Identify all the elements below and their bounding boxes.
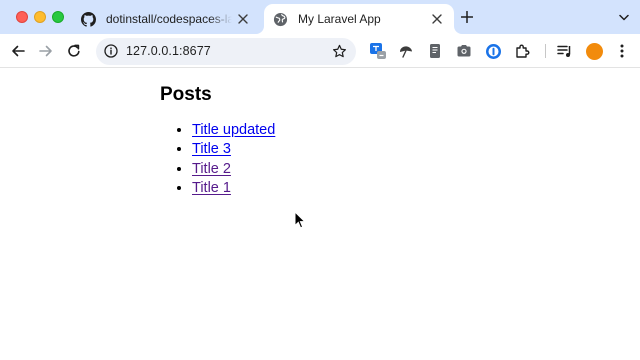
puzzle-extensions-icon[interactable] [513,42,531,60]
github-icon [80,11,96,27]
tab-title: dotinstall/codespaces-laravel [106,12,232,26]
profile-avatar[interactable] [586,43,603,60]
browser-toolbar: 127.0.0.1:8677 [0,34,640,68]
password-manager-extension-icon[interactable] [484,42,502,60]
close-window-button[interactable] [16,11,28,23]
bookmark-star-icon[interactable] [331,43,347,59]
forward-arrow-icon[interactable] [34,39,58,63]
url-text[interactable]: 127.0.0.1:8677 [126,44,211,58]
camera-extension-icon[interactable] [455,42,473,60]
page-title: Posts [160,84,212,105]
media-queue-icon[interactable] [556,42,574,60]
browser-menu-kebab-icon[interactable] [610,39,634,63]
minimize-window-button[interactable] [34,11,46,23]
site-info-icon[interactable] [103,43,119,59]
notebook-extension-icon[interactable] [426,42,444,60]
tab-title: My Laravel App [298,12,381,26]
close-tab-icon[interactable] [430,12,444,26]
list-item: Title 2 [192,160,275,179]
zoom-window-button[interactable] [52,11,64,23]
post-link-title-3[interactable]: Title 3 [192,141,231,157]
post-link-title-updated[interactable]: Title updated [192,122,275,138]
back-arrow-icon[interactable] [6,39,30,63]
tab-my-laravel-app[interactable]: My Laravel App [264,4,454,34]
address-bar[interactable]: 127.0.0.1:8677 [96,38,356,65]
toolbar-divider [545,44,546,58]
posts-list: Title updated Title 3 Title 2 Title 1 [192,121,275,198]
globe-icon [272,11,288,27]
close-tab-icon[interactable] [236,12,250,26]
mini-umbrella-extension-icon[interactable] [397,42,415,60]
post-link-title-2[interactable]: Title 2 [192,161,231,177]
list-item: Title 1 [192,179,275,198]
list-item: Title 3 [192,140,275,159]
new-tab-icon[interactable] [458,8,476,26]
tab-search-chevron-icon[interactable] [614,7,634,27]
post-link-title-1[interactable]: Title 1 [192,180,231,196]
tab-github[interactable]: dotinstall/codespaces-laravel [72,4,260,34]
list-item: Title updated [192,121,275,140]
mouse-cursor-icon [294,211,306,229]
page-viewport: Posts Title updated Title 3 Title 2 Titl… [0,69,640,360]
reload-icon[interactable] [62,39,86,63]
translate-extension-icon[interactable] [369,42,387,60]
tab-strip: dotinstall/codespaces-laravel My Laravel… [0,0,640,34]
